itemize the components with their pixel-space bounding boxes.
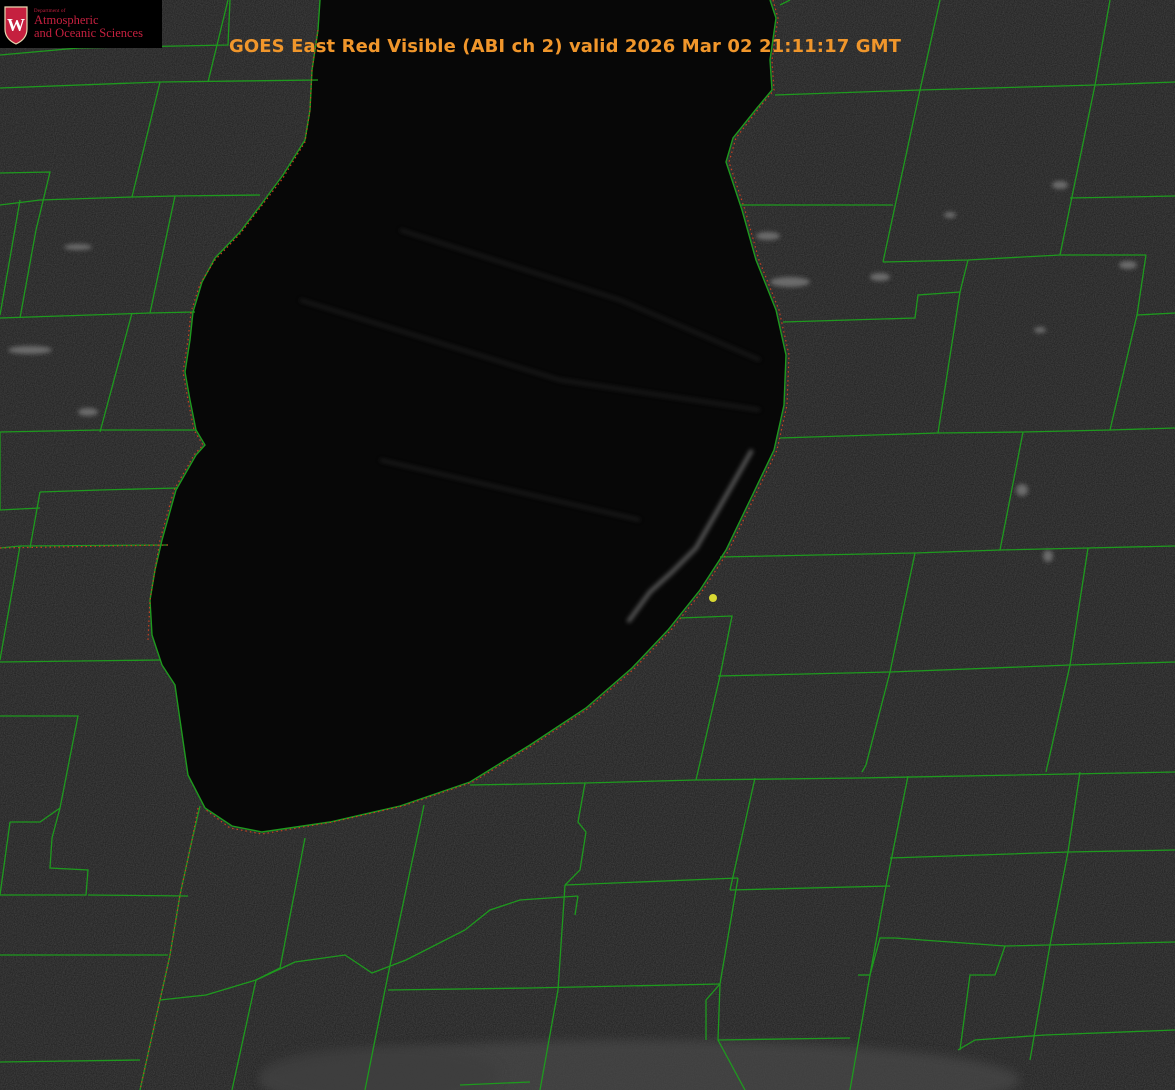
logo: W Department of Atmospheric and Oceanic … bbox=[0, 0, 162, 48]
location-dot-icon bbox=[709, 594, 717, 602]
satellite-map: W Department of Atmospheric and Oceanic … bbox=[0, 0, 1175, 1090]
satellite-image bbox=[0, 0, 1175, 1090]
crest-icon: W bbox=[4, 6, 28, 45]
image-title: GOES East Red Visible (ABI ch 2) valid 2… bbox=[229, 36, 901, 57]
logo-name-line2: and Oceanic Sciences bbox=[34, 26, 143, 40]
crest-letter: W bbox=[7, 15, 25, 35]
